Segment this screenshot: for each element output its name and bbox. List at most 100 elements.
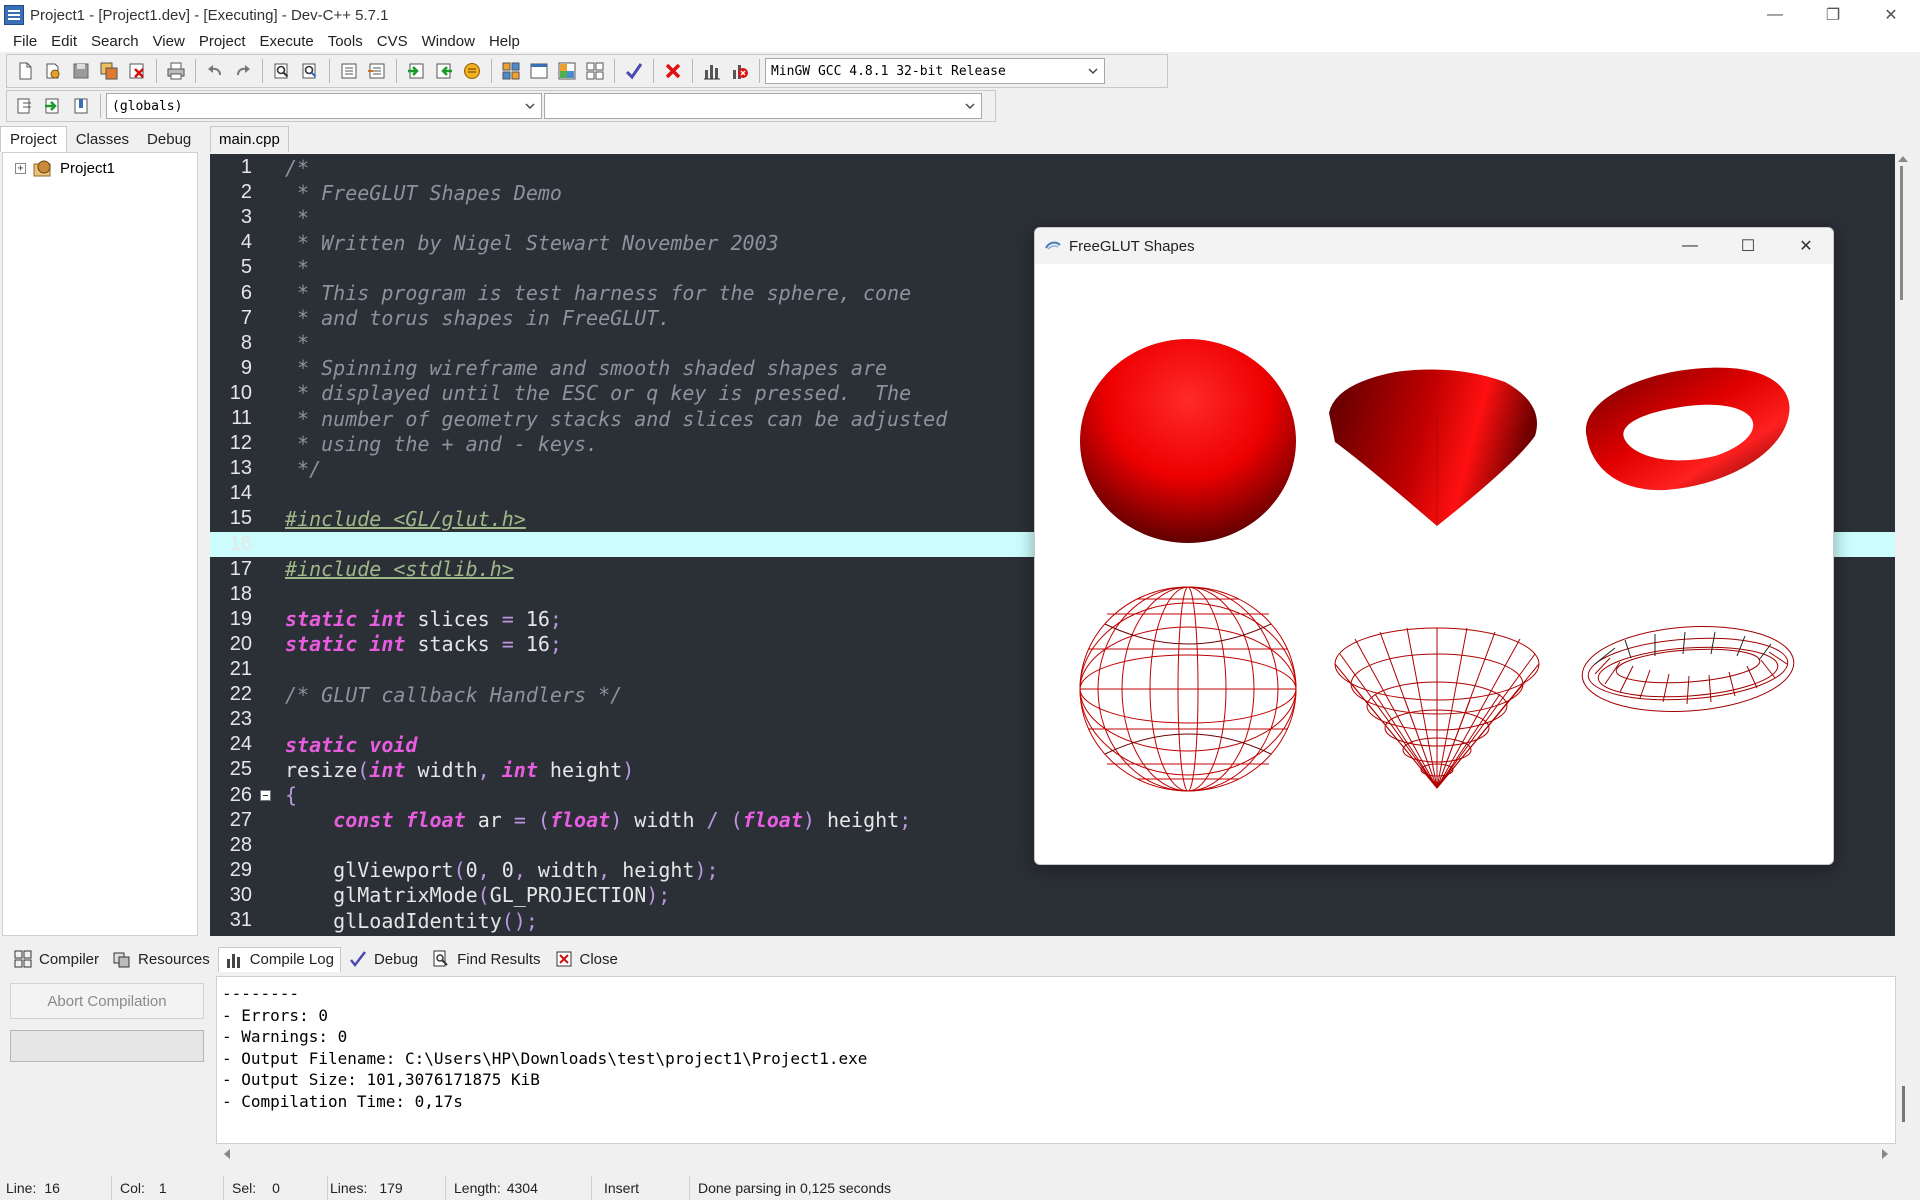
line-number: 29 [229, 858, 252, 881]
main-toolbar: MinGW GCC 4.8.1 32-bit Release [6, 54, 1168, 88]
menu-tools[interactable]: Tools [321, 33, 370, 50]
tab-classes[interactable]: Classes [67, 127, 138, 152]
menu-view[interactable]: View [146, 33, 192, 50]
devcpp-app-icon[interactable] [4, 5, 24, 25]
scrollbar-thumb[interactable] [1902, 1086, 1905, 1122]
scrollbar-thumb[interactable] [1900, 166, 1903, 300]
add-to-project-button[interactable] [403, 58, 429, 84]
unindent-button[interactable] [364, 58, 390, 84]
menu-help[interactable]: Help [482, 33, 527, 50]
line-number: 19 [229, 607, 252, 630]
chevron-down-icon [965, 103, 975, 109]
code-line[interactable]: 1 /* [210, 155, 1895, 180]
print-button[interactable] [163, 58, 189, 84]
scroll-right-arrow-icon[interactable] [1882, 1149, 1888, 1159]
solid-torus [1585, 367, 1790, 491]
goto-definition-button[interactable] [40, 93, 66, 119]
minimize-button[interactable]: — [1746, 0, 1804, 30]
member-select[interactable] [544, 93, 982, 119]
tab-debug[interactable]: Debug [138, 127, 200, 152]
tab-debug-output[interactable]: Debug [343, 947, 424, 971]
undo-button[interactable] [202, 58, 228, 84]
close-file-button[interactable] [124, 58, 150, 84]
stop-execution-button[interactable] [660, 58, 686, 84]
open-file-button[interactable] [40, 58, 66, 84]
menu-edit[interactable]: Edit [44, 33, 84, 50]
expand-icon[interactable]: + [15, 162, 26, 174]
log-vertical-scrollbar[interactable] [1897, 976, 1913, 1144]
line-number: 15 [229, 507, 252, 530]
scroll-left-arrow-icon[interactable] [224, 1149, 230, 1159]
project-options-button[interactable] [459, 58, 485, 84]
class-select[interactable]: (globals) [106, 93, 542, 119]
scroll-up-arrow-icon[interactable] [1898, 156, 1908, 162]
profile-button[interactable] [699, 58, 725, 84]
menu-window[interactable]: Window [415, 33, 482, 50]
replace-button[interactable] [297, 58, 323, 84]
menu-file[interactable]: File [6, 33, 44, 50]
find-button[interactable] [269, 58, 295, 84]
code-token: ; [549, 632, 562, 657]
find-icon [274, 63, 289, 79]
redo-button[interactable] [230, 58, 256, 84]
code-line[interactable]: 31 glLoadIdentity(); [210, 908, 1895, 933]
line-number: 31 [229, 909, 252, 931]
code-token: const [333, 808, 394, 833]
find-icon [433, 950, 448, 967]
tab-find-results[interactable]: Find Results [426, 947, 546, 971]
insert-bookmark-button[interactable] [68, 93, 94, 119]
tree-item-project1[interactable]: + Project1 [3, 153, 197, 178]
code-token: slices [405, 607, 502, 632]
toolbar-separator [156, 59, 157, 83]
line-number: 8 [240, 331, 252, 354]
code-line[interactable]: 30 glMatrixMode(GL_PROJECTION); [210, 883, 1895, 908]
goto-declaration-button[interactable] [12, 93, 38, 119]
close-button[interactable]: ✕ [1862, 0, 1920, 30]
line-number: 5 [240, 256, 252, 279]
run-button[interactable] [526, 58, 552, 84]
freeglut-close-button[interactable]: ✕ [1777, 228, 1833, 264]
menu-search[interactable]: Search [84, 33, 146, 50]
editor-vertical-scrollbar[interactable] [1895, 154, 1912, 936]
remove-from-project-button[interactable] [431, 58, 457, 84]
compiler-select[interactable]: MinGW GCC 4.8.1 32-bit Release [765, 58, 1105, 84]
abort-compilation-button[interactable]: Abort Compilation [10, 983, 204, 1019]
tab-project[interactable]: Project [0, 126, 67, 152]
log-horizontal-scrollbar[interactable] [216, 1144, 1896, 1164]
restore-button[interactable]: ❐ [1804, 0, 1862, 30]
delete-profile-button[interactable] [727, 58, 753, 84]
menu-project[interactable]: Project [192, 33, 253, 50]
save-all-button[interactable] [96, 58, 122, 84]
freeglut-minimize-button[interactable]: — [1661, 228, 1719, 264]
line-number: 26 [229, 783, 252, 806]
rebuild-all-button[interactable] [582, 58, 608, 84]
compile-run-button[interactable] [554, 58, 580, 84]
log-line: - Errors: 0 [222, 1005, 328, 1025]
compile-run-icon [558, 62, 576, 80]
compile-button[interactable] [498, 58, 524, 84]
tab-close[interactable]: Close [549, 947, 624, 971]
code-token: * [285, 331, 310, 356]
code-token: 16 [513, 607, 550, 632]
fold-collapse-icon[interactable] [260, 789, 271, 801]
menu-cvs[interactable]: CVS [370, 33, 415, 50]
line-number: 30 [229, 883, 252, 906]
opengl-canvas[interactable] [1035, 264, 1833, 864]
new-file-button[interactable] [12, 58, 38, 84]
log-line: - Output Size: 101,3076171875 KiB [222, 1070, 540, 1089]
code-text: { [285, 783, 297, 807]
tab-compile-log[interactable]: Compile Log [217, 946, 341, 972]
editor-tab-main-cpp[interactable]: main.cpp [210, 126, 289, 152]
compile-log-output[interactable]: -------- - Errors: 0 - Warnings: 0 - Output… [216, 976, 1896, 1144]
tab-compiler[interactable]: Compiler [8, 947, 105, 971]
indent-button[interactable] [336, 58, 362, 84]
syntax-check-button[interactable] [621, 58, 647, 84]
tab-resources[interactable]: Resources [107, 947, 216, 971]
menu-execute[interactable]: Execute [253, 33, 321, 50]
code-token: ( [537, 808, 550, 833]
line-number: 28 [229, 833, 252, 856]
freeglut-maximize-button[interactable]: ☐ [1719, 228, 1777, 264]
save-button[interactable] [68, 58, 94, 84]
code-line[interactable]: 2 * FreeGLUT Shapes Demo [210, 180, 1895, 205]
